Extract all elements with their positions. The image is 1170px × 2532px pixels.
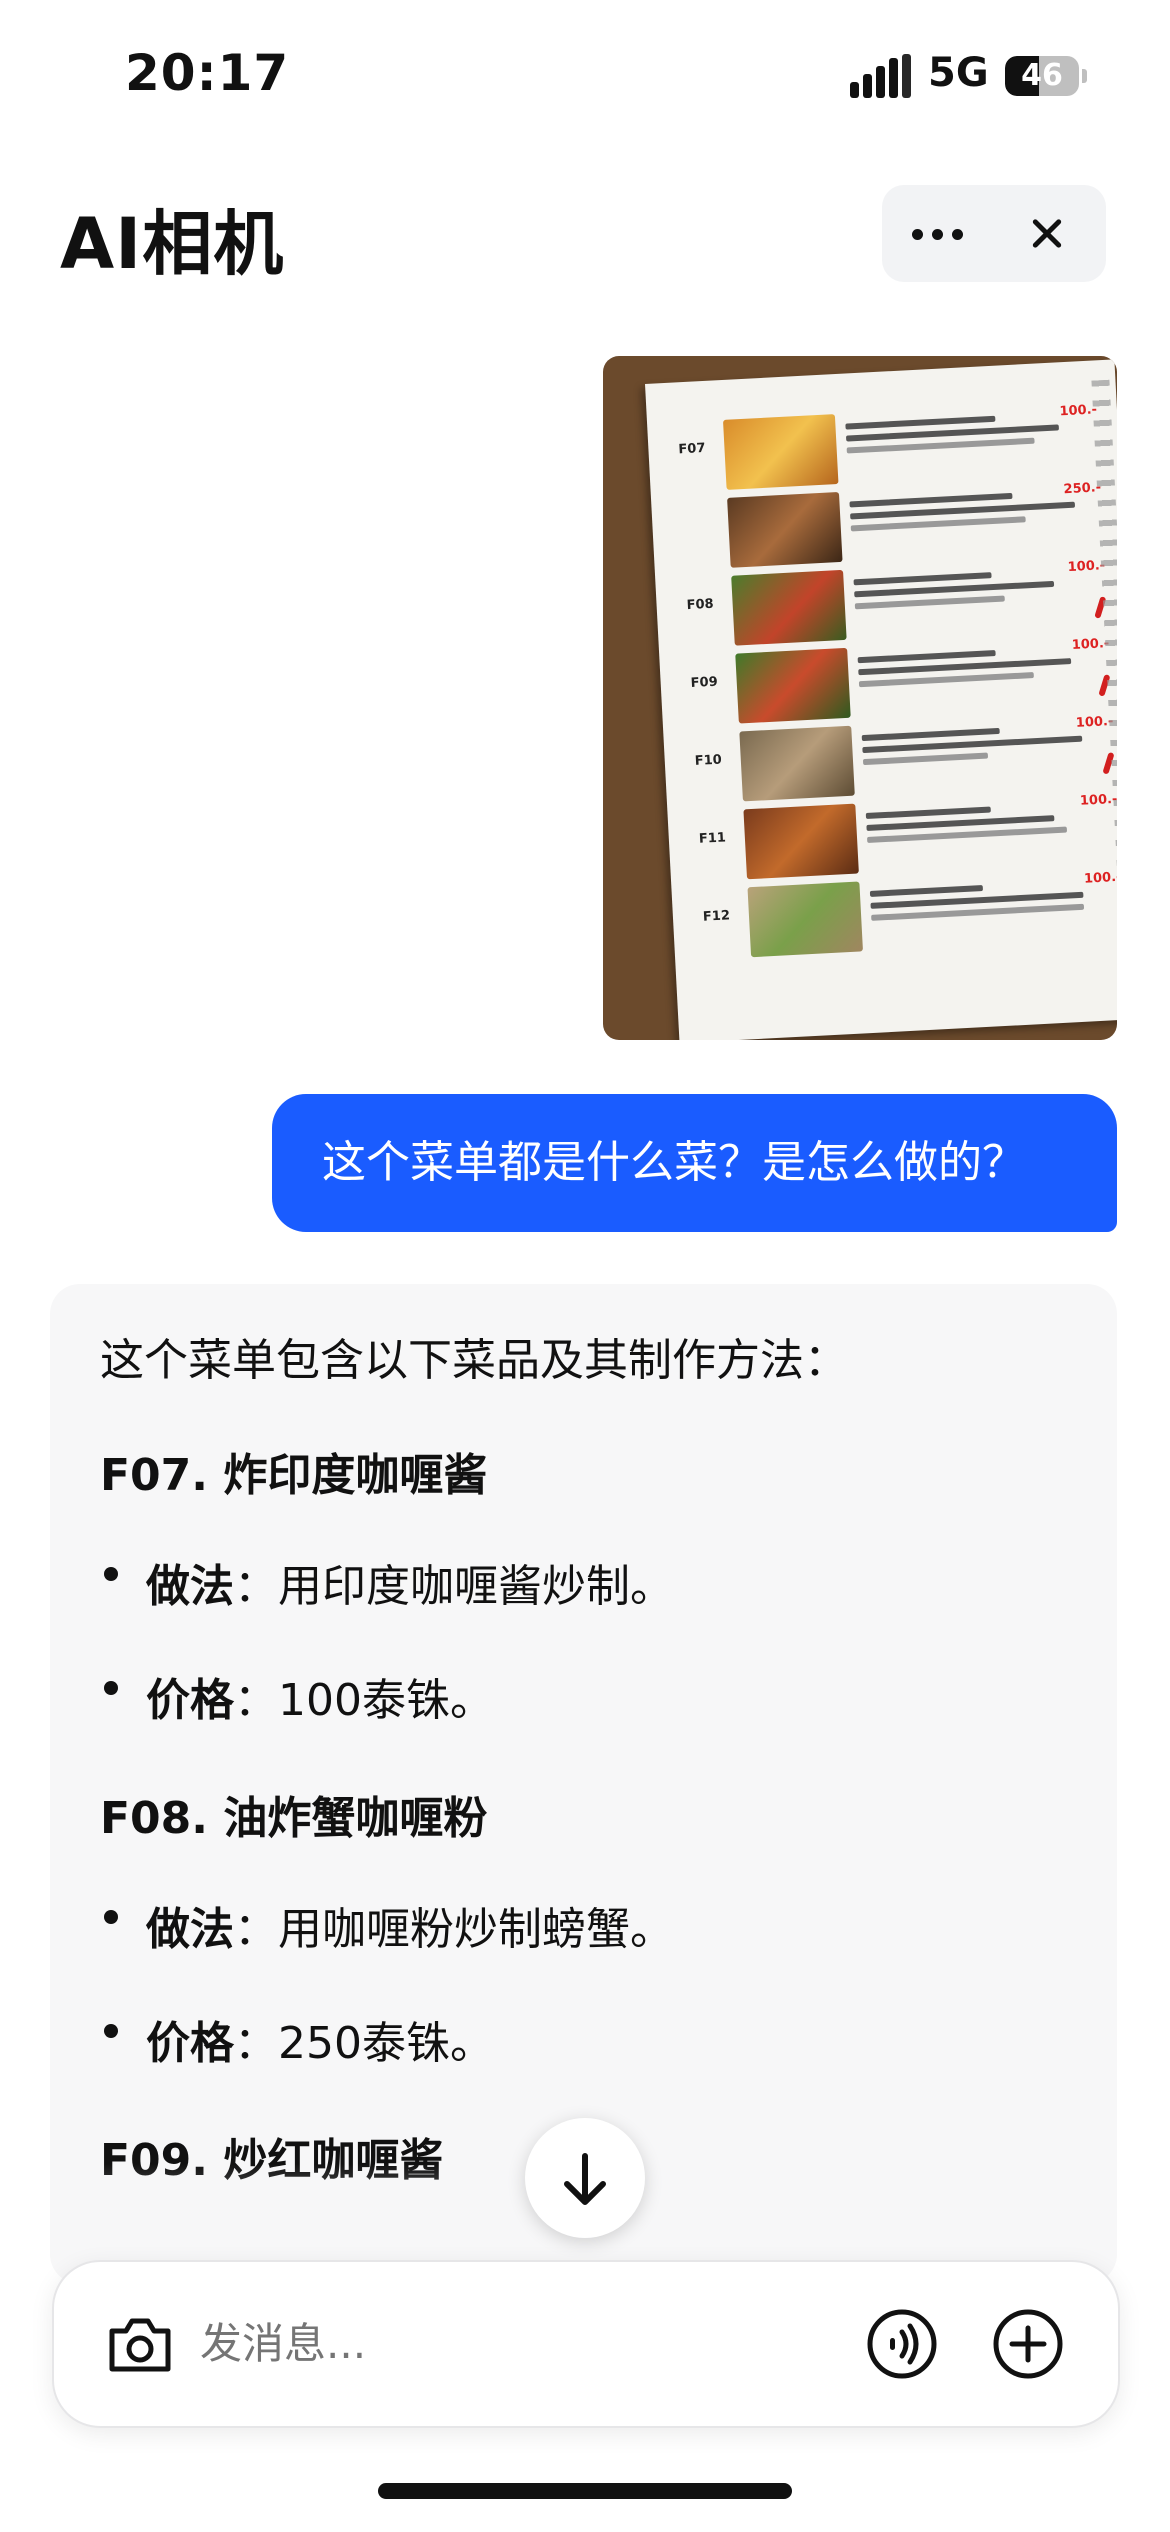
status-time: 20:17 <box>125 44 290 102</box>
dish-heading: F08. 油炸蟹咖喱粉 <box>100 1793 488 1844</box>
header-actions <box>882 185 1106 282</box>
dish-heading: F07. 炸印度咖喱酱 <box>100 1450 488 1501</box>
bullet-dot <box>104 1910 118 1924</box>
method-text: ：用咖喱粉炒制螃蟹。 <box>234 1904 674 1955</box>
battery-tip <box>1082 69 1087 83</box>
scroll-to-bottom-button[interactable] <box>525 2118 645 2238</box>
close-button[interactable] <box>994 185 1106 282</box>
price-label: 价格 <box>146 2018 234 2069</box>
arrow-down-icon <box>564 2153 606 2205</box>
price-text: ：250泰铢。 <box>234 2018 494 2069</box>
cellular-signal-icon <box>850 54 911 98</box>
network-type: 5G <box>928 50 989 96</box>
bullet-dot <box>104 2024 118 2038</box>
method-label: 做法 <box>146 1561 234 1612</box>
message-input-bar <box>52 2260 1120 2428</box>
battery-icon: 46 <box>1005 56 1079 96</box>
user-message-text: 这个菜单都是什么菜？是怎么做的？ <box>322 1137 1026 1188</box>
list-item: 价格：100泰铢。 <box>146 1664 494 1728</box>
price-text: ：100泰铢。 <box>234 1675 494 1726</box>
battery-level: 46 <box>1021 58 1063 93</box>
voice-call-icon <box>867 2309 937 2379</box>
price-label: 价格 <box>146 1675 234 1726</box>
answer-intro: 这个菜单包含以下菜品及其制作方法： <box>100 1335 848 1386</box>
user-message-bubble[interactable]: 这个菜单都是什么菜？是怎么做的？ <box>272 1094 1117 1232</box>
home-indicator <box>378 2483 792 2499</box>
message-input[interactable] <box>200 2262 840 2426</box>
page-title: AI相机 <box>60 203 285 285</box>
method-text: ：用印度咖喱酱炒制。 <box>234 1561 674 1612</box>
camera-icon <box>109 2318 171 2372</box>
camera-button[interactable] <box>102 2307 178 2383</box>
status-bar: 20:17 5G 46 <box>0 0 1170 150</box>
method-label: 做法 <box>146 1904 234 1955</box>
voice-call-button[interactable] <box>866 2308 938 2380</box>
bullet-dot <box>104 1567 118 1581</box>
bullet-dot <box>104 1681 118 1695</box>
add-attachment-button[interactable] <box>992 2308 1064 2380</box>
list-item: 做法：用咖喱粉炒制螃蟹。 <box>146 1893 674 1957</box>
plus-circle-icon <box>993 2309 1063 2379</box>
menu-page-image: F07 100.- 250.- F08 100.- F09 100.- F10 <box>645 359 1117 1040</box>
more-options-button[interactable] <box>882 185 994 282</box>
uploaded-menu-photo[interactable]: F07 100.- 250.- F08 100.- F09 100.- F10 <box>603 356 1117 1040</box>
list-item: 价格：250泰铢。 <box>146 2007 494 2071</box>
list-item: 做法：用印度咖喱酱炒制。 <box>146 1550 674 1614</box>
